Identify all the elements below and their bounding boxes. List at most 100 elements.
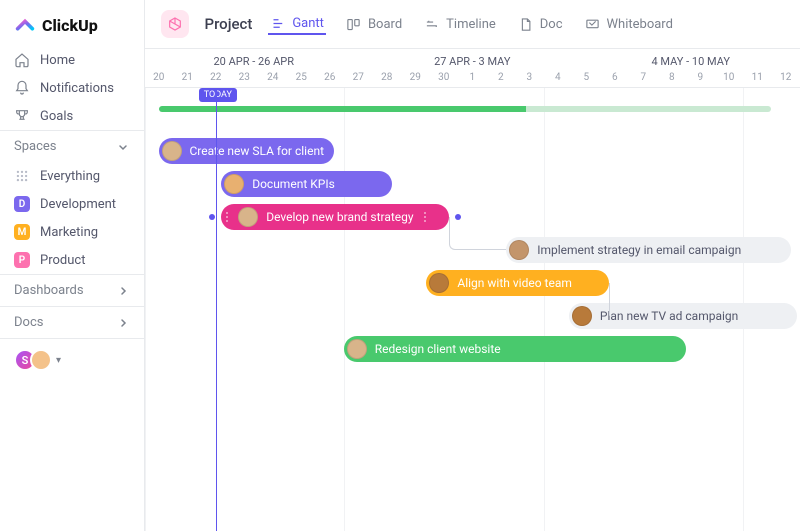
nav-item-home[interactable]: Home [0,46,144,74]
timeline-icon [424,16,440,32]
board-icon [346,16,362,32]
day-label: 27 [344,72,373,83]
day-label: 28 [373,72,402,83]
assignee-avatar [238,207,258,227]
topbar: Project Gantt Board Timeline Doc Whiteboard [145,0,800,49]
project-icon [161,10,189,38]
view-label: Whiteboard [607,17,673,32]
nav-item-notifications[interactable]: Notifications [0,74,144,102]
space-label: Marketing [40,225,98,240]
task-bar[interactable]: Redesign client website [344,336,686,362]
spaces-title: Spaces [14,139,57,154]
user-avatars[interactable]: S ▾ [0,338,144,381]
gantt-chart[interactable]: TODAY Create new SLA for client Document K… [145,88,800,531]
week-label: 4 MAY - 10 MAY [582,55,800,68]
day-label: 5 [572,72,601,83]
space-badge: D [14,196,30,212]
bell-icon [14,80,30,96]
chevron-right-icon [116,316,130,330]
space-label: Everything [40,169,100,184]
logo-icon [14,14,36,36]
day-label: 29 [401,72,430,83]
assignee-avatar [162,141,182,161]
main: Project GanttBoardTimelineDocWhiteboard … [145,0,800,531]
task-bar[interactable]: Develop new brand strategy [221,204,449,230]
day-label: 3 [515,72,544,83]
day-label: 2 [487,72,516,83]
task-label: Implement strategy in email campaign [537,243,741,257]
task-label: Create new SLA for client [190,144,325,158]
whiteboard-icon [585,16,601,32]
view-label: Timeline [446,17,496,32]
brand-name: ClickUp [42,16,98,35]
dependency-handle[interactable] [209,214,215,220]
gantt-icon [270,15,286,31]
day-label: 11 [743,72,772,83]
space-item-product[interactable]: P Product [0,246,144,274]
week-label: 27 APR - 3 MAY [363,55,582,68]
day-label: 25 [287,72,316,83]
drag-grip-icon[interactable] [224,212,230,222]
doc-icon [518,16,534,32]
day-label: 6 [601,72,630,83]
task-bar[interactable]: Align with video team [426,270,608,296]
space-item-everything[interactable]: Everything [0,162,144,190]
chevron-down-icon [116,140,130,154]
section-label: Dashboards [14,283,84,298]
day-label: 12 [772,72,800,83]
view-tab-whiteboard[interactable]: Whiteboard [583,13,675,35]
grid-icon [14,168,30,184]
summary-bar[interactable] [159,106,772,112]
day-label: 8 [658,72,687,83]
view-tab-gantt[interactable]: Gantt [268,13,326,35]
user-avatar [30,349,52,371]
day-label: 1 [458,72,487,83]
day-label: 22 [202,72,231,83]
task-label: Develop new brand strategy [266,210,413,224]
nav-label: Notifications [40,81,114,96]
space-badge: P [14,252,30,268]
section-label: Docs [14,315,43,330]
view-label: Board [368,17,402,32]
day-label: 30 [430,72,459,83]
task-bar[interactable]: Document KPIs [221,171,392,197]
drag-grip-icon[interactable] [422,212,428,222]
chevron-right-icon [116,284,130,298]
view-tab-board[interactable]: Board [344,13,404,35]
space-item-marketing[interactable]: MMarketing [0,218,144,246]
task-bar[interactable]: Implement strategy in email campaign [506,237,791,263]
caret-down-icon: ▾ [56,355,61,366]
view-tab-doc[interactable]: Doc [516,13,565,35]
task-bar[interactable]: Plan new TV ad campaign [569,303,797,329]
week-label: 20 APR - 26 APR [145,55,364,68]
assignee-avatar [509,240,529,260]
logo[interactable]: ClickUp [0,0,144,46]
assignee-avatar [347,339,367,359]
view-tab-timeline[interactable]: Timeline [422,13,498,35]
project-title: Project [205,15,253,33]
task-bar[interactable]: Create new SLA for client [159,138,335,164]
nav-label: Goals [40,109,73,124]
section-docs[interactable]: Docs [0,306,144,338]
space-label: Development [40,197,116,212]
today-badge: TODAY [199,88,237,102]
spaces-header[interactable]: Spaces [0,130,144,162]
sidebar: ClickUp Home Notifications Goals Spaces Ev… [0,0,145,531]
assignee-avatar [572,306,592,326]
assignee-avatar [224,174,244,194]
task-label: Plan new TV ad campaign [600,309,738,323]
section-dashboards[interactable]: Dashboards [0,274,144,306]
assignee-avatar [429,273,449,293]
day-label: 4 [544,72,573,83]
space-label: Product [40,253,85,268]
task-label: Document KPIs [252,177,335,191]
day-label: 20 [145,72,174,83]
task-label: Redesign client website [375,342,501,356]
timeline-header: 20 APR - 26 APR27 APR - 3 MAY4 MAY - 10 … [145,49,800,88]
nav-item-goals[interactable]: Goals [0,102,144,130]
day-label: 10 [715,72,744,83]
day-label: 26 [316,72,345,83]
day-label: 9 [686,72,715,83]
space-item-development[interactable]: D Development [0,190,144,218]
day-label: 21 [173,72,202,83]
